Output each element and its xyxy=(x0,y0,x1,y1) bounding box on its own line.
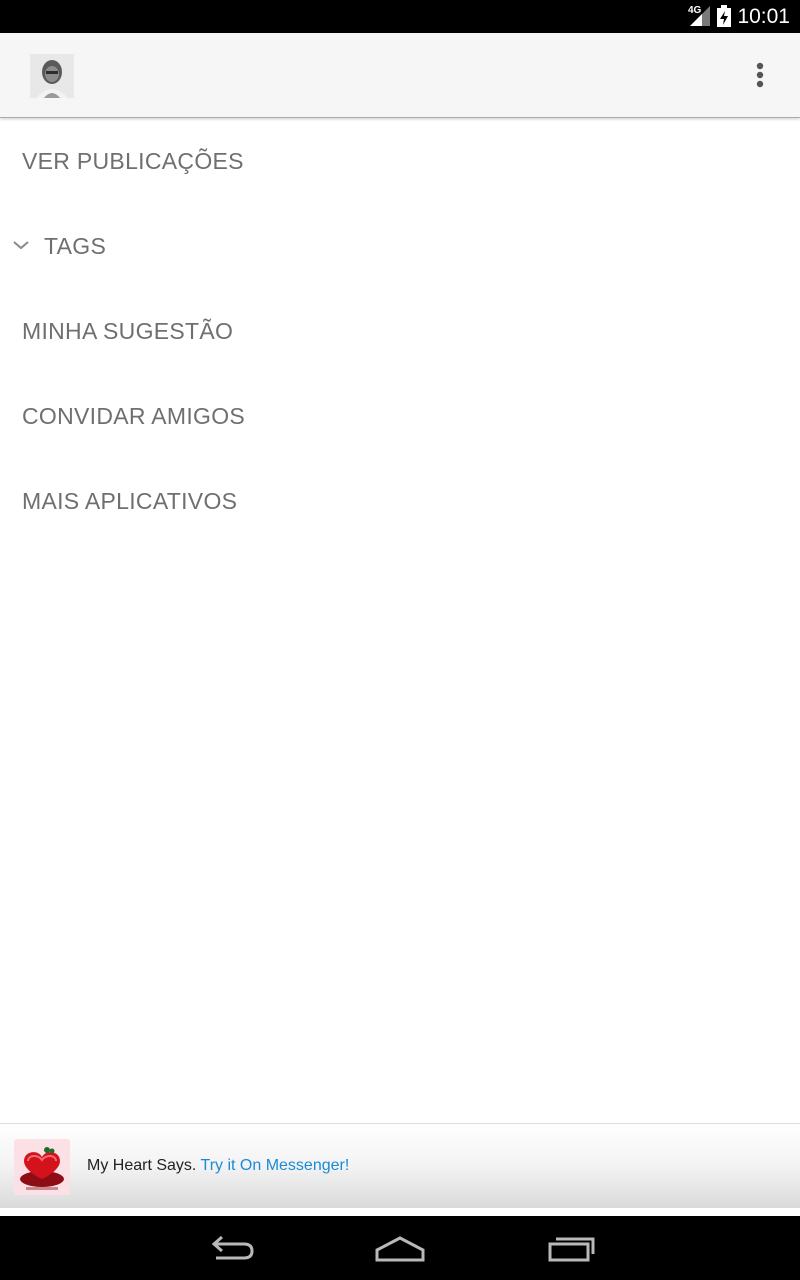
heart-box-image xyxy=(14,1139,70,1195)
ad-text: My Heart Says. Try it On Messenger! xyxy=(87,1157,349,1175)
menu-item-label: VER PUBLICAÇÕES xyxy=(22,148,244,174)
chevron-down-icon xyxy=(13,241,29,250)
menu-list: VER PUBLICAÇÕES TAGS MINHA SUGESTÃO CONV… xyxy=(0,119,800,544)
menu-item-label: TAGS xyxy=(44,233,107,259)
recent-apps-icon[interactable] xyxy=(541,1230,601,1266)
divider xyxy=(0,1208,800,1216)
navigation-bar xyxy=(0,1216,800,1280)
more-vert-icon[interactable] xyxy=(744,55,776,95)
menu-item-label: CONVIDAR AMIGOS xyxy=(22,403,246,429)
ad-banner[interactable]: My Heart Says. Try it On Messenger! xyxy=(0,1123,800,1208)
menu-item-tags[interactable]: TAGS xyxy=(0,204,800,289)
back-icon[interactable] xyxy=(200,1230,260,1266)
menu-item-mais-aplicativos[interactable]: MAIS APLICATIVOS xyxy=(0,459,800,544)
ad-headline: My Heart Says. xyxy=(87,1157,197,1174)
menu-item-convidar-amigos[interactable]: CONVIDAR AMIGOS xyxy=(0,374,800,459)
profile-portrait-icon[interactable] xyxy=(30,54,74,98)
menu-item-ver-publicacoes[interactable]: VER PUBLICAÇÕES xyxy=(0,119,800,204)
menu-item-label: MINHA SUGESTÃO xyxy=(22,318,234,344)
clock: 10:01 xyxy=(737,5,790,28)
heart-box-icon xyxy=(14,1139,70,1195)
ad-cta-link[interactable]: Try it On Messenger! xyxy=(201,1157,350,1174)
action-bar xyxy=(0,33,800,118)
signal-icon xyxy=(690,6,710,26)
menu-item-minha-sugestao[interactable]: MINHA SUGESTÃO xyxy=(0,289,800,374)
battery-charging-icon xyxy=(717,5,731,27)
home-icon[interactable] xyxy=(370,1230,430,1266)
status-bar: 4G 10:01 xyxy=(0,0,800,33)
menu-item-label: MAIS APLICATIVOS xyxy=(22,488,238,514)
